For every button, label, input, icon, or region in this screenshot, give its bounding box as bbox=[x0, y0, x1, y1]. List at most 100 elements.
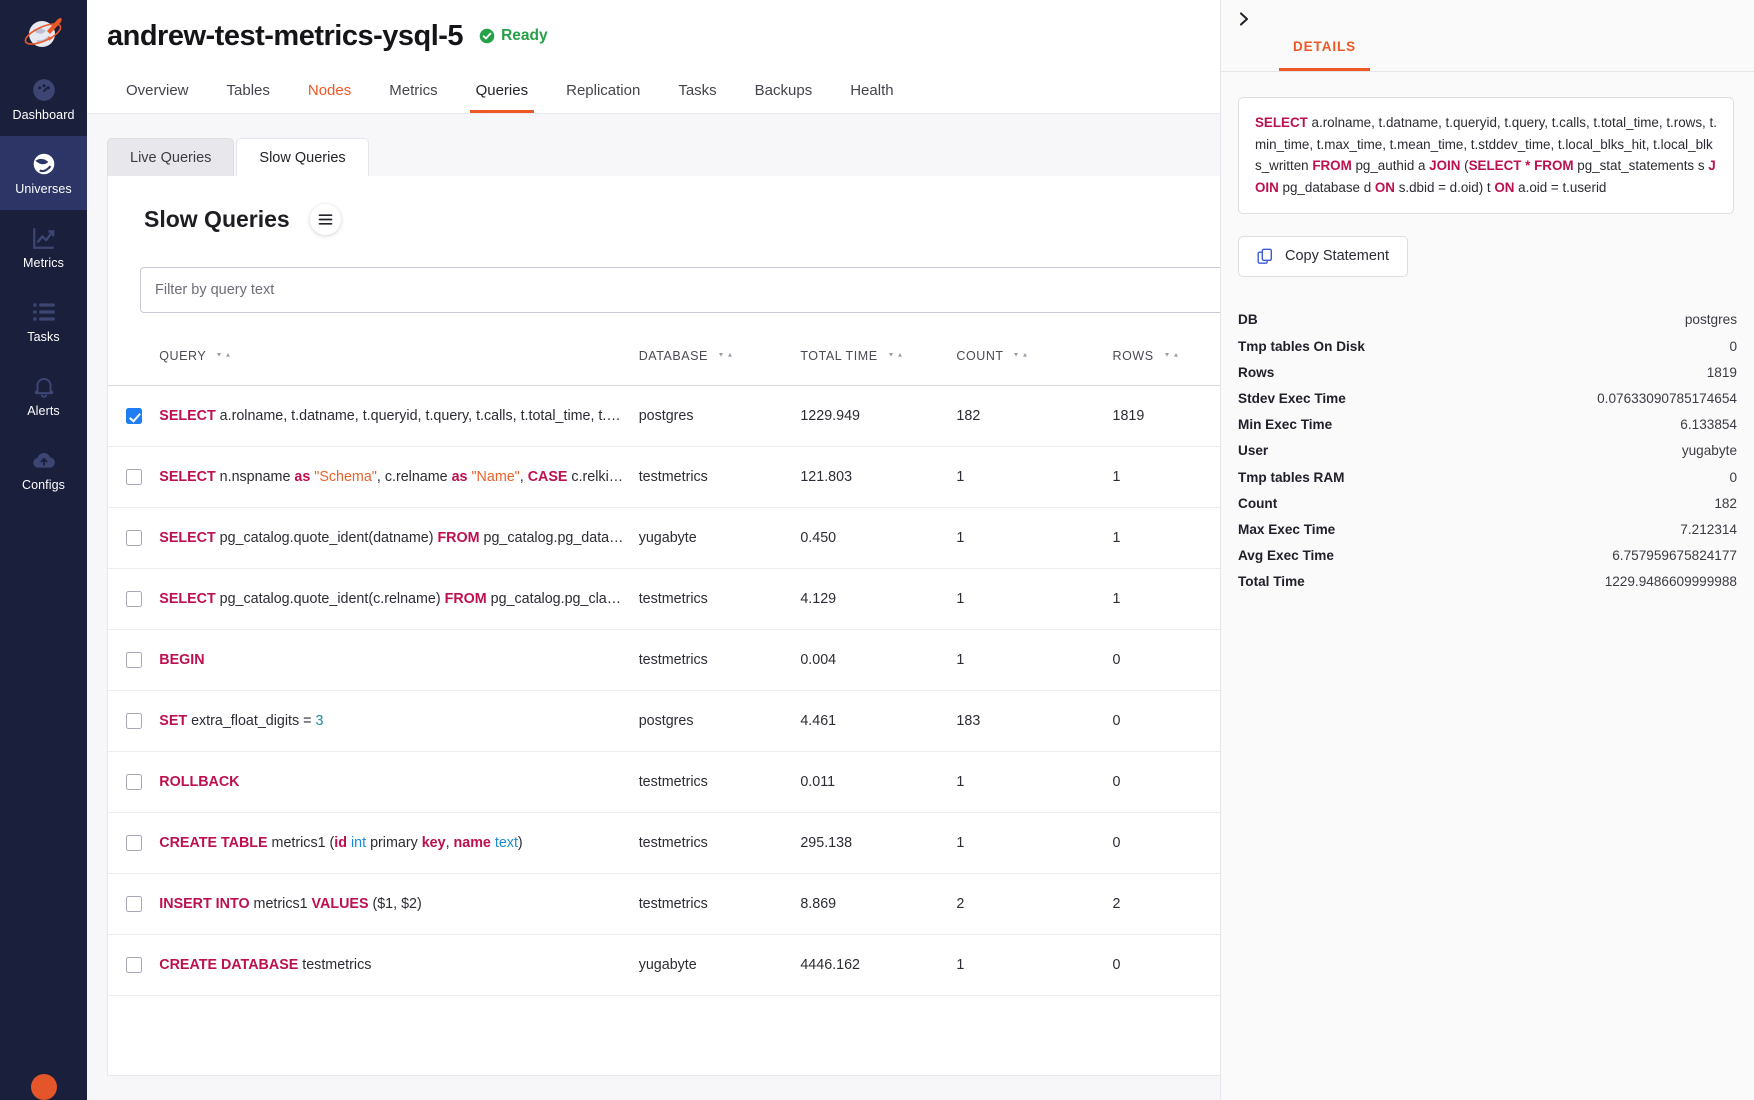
sql-token: FROM bbox=[1312, 158, 1351, 173]
row-checkbox[interactable] bbox=[126, 469, 142, 485]
metric-value: 6.133854 bbox=[1680, 417, 1737, 432]
th-label: COUNT bbox=[956, 349, 1003, 363]
th-database[interactable]: DATABASE bbox=[639, 337, 801, 386]
sql-token: pg_authid a bbox=[1352, 158, 1429, 173]
sort-arrows-icon[interactable] bbox=[718, 348, 735, 362]
cell-database: yugabyte bbox=[639, 935, 801, 996]
table-row[interactable]: SELECT a.rolname, t.datname, t.queryid, … bbox=[108, 386, 1408, 447]
table-row[interactable]: INSERT INTO metrics1 VALUES ($1, $2)test… bbox=[108, 874, 1408, 935]
bell-icon bbox=[31, 373, 57, 399]
tab-nodes[interactable]: Nodes bbox=[289, 83, 370, 113]
sidebar-item-universes[interactable]: Universes bbox=[0, 136, 87, 210]
row-checkbox[interactable] bbox=[126, 957, 142, 973]
row-checkbox[interactable] bbox=[126, 896, 142, 912]
tab-backups[interactable]: Backups bbox=[736, 83, 832, 113]
row-select-cell[interactable] bbox=[108, 386, 159, 447]
tab-tasks[interactable]: Tasks bbox=[659, 83, 735, 113]
table-row[interactable]: SELECT pg_catalog.quote_ident(c.relname)… bbox=[108, 569, 1408, 630]
cell-count: 2 bbox=[956, 874, 1112, 935]
collapse-details-button[interactable] bbox=[1231, 6, 1257, 32]
sql-token: as bbox=[294, 469, 310, 485]
row-select-cell[interactable] bbox=[108, 630, 159, 691]
cell-query[interactable]: SELECT n.nspname as "Schema", c.relname … bbox=[159, 447, 638, 508]
tab-queries[interactable]: Queries bbox=[457, 83, 548, 113]
row-select-cell[interactable] bbox=[108, 752, 159, 813]
sort-arrows-icon[interactable] bbox=[216, 348, 233, 362]
cell-database: postgres bbox=[639, 386, 801, 447]
status-badge: Ready bbox=[479, 27, 548, 45]
cloud-upload-icon bbox=[31, 447, 57, 473]
row-select-cell[interactable] bbox=[108, 447, 159, 508]
table-row[interactable]: SELECT n.nspname as "Schema", c.relname … bbox=[108, 447, 1408, 508]
subtab-live-queries[interactable]: Live Queries bbox=[107, 138, 234, 176]
sidebar-item-tasks[interactable]: Tasks bbox=[0, 284, 87, 358]
row-checkbox[interactable] bbox=[126, 591, 142, 607]
sql-token: SELECT bbox=[159, 408, 215, 424]
table-row[interactable]: SELECT pg_catalog.quote_ident(datname) F… bbox=[108, 508, 1408, 569]
metric-row: Rows1819 bbox=[1238, 359, 1737, 385]
sql-token: pg_catalog.quote_ident(c.relname) bbox=[216, 591, 445, 607]
app-logo[interactable] bbox=[0, 0, 87, 62]
table-row[interactable]: CREATE TABLE metrics1 (id int primary ke… bbox=[108, 813, 1408, 874]
hamburger-menu-button[interactable] bbox=[310, 204, 341, 235]
th-total-time[interactable]: TOTAL TIME bbox=[800, 337, 956, 386]
cell-query[interactable]: INSERT INTO metrics1 VALUES ($1, $2) bbox=[159, 874, 638, 935]
th-query[interactable]: QUERY bbox=[159, 337, 638, 386]
tab-health[interactable]: Health bbox=[831, 83, 912, 113]
metric-value: 182 bbox=[1714, 496, 1737, 511]
row-select-cell[interactable] bbox=[108, 874, 159, 935]
cell-query[interactable]: SET extra_float_digits = 3 bbox=[159, 691, 638, 752]
metric-row: DBpostgres bbox=[1238, 307, 1737, 333]
cell-query[interactable]: SELECT pg_catalog.quote_ident(c.relname)… bbox=[159, 569, 638, 630]
tab-metrics[interactable]: Metrics bbox=[370, 83, 456, 113]
sql-token: a.rolname, t.datname, t.queryid, t.query… bbox=[216, 408, 639, 424]
sidebar-item-metrics[interactable]: Metrics bbox=[0, 210, 87, 284]
cell-query[interactable]: SELECT pg_catalog.quote_ident(datname) F… bbox=[159, 508, 638, 569]
tab-tables[interactable]: Tables bbox=[208, 83, 289, 113]
th-label: TOTAL TIME bbox=[800, 349, 877, 363]
cell-query[interactable]: ROLLBACK bbox=[159, 752, 638, 813]
cell-query[interactable]: BEGIN bbox=[159, 630, 638, 691]
tab-details[interactable]: DETAILS bbox=[1279, 39, 1370, 71]
table-row[interactable]: BEGINtestmetrics0.004100. bbox=[108, 630, 1408, 691]
sidebar-item-label: Universes bbox=[15, 182, 71, 196]
row-checkbox[interactable] bbox=[126, 835, 142, 851]
sort-arrows-icon[interactable] bbox=[1013, 348, 1030, 362]
row-select-cell[interactable] bbox=[108, 813, 159, 874]
row-checkbox[interactable] bbox=[126, 652, 142, 668]
sidebar-item-configs[interactable]: Configs bbox=[0, 432, 87, 506]
table-row[interactable]: ROLLBACKtestmetrics0.011100. bbox=[108, 752, 1408, 813]
row-select-cell[interactable] bbox=[108, 508, 159, 569]
sql-token: a.oid = t.userid bbox=[1514, 180, 1606, 195]
help-icon[interactable] bbox=[31, 1074, 57, 1100]
sql-token: id bbox=[334, 835, 347, 851]
th-label: ROWS bbox=[1113, 349, 1154, 363]
metric-key: User bbox=[1238, 443, 1268, 458]
row-checkbox[interactable] bbox=[126, 530, 142, 546]
table-row[interactable]: CREATE DATABASE testmetricsyugabyte4446.… bbox=[108, 935, 1408, 996]
cell-query[interactable]: CREATE DATABASE testmetrics bbox=[159, 935, 638, 996]
cell-query[interactable]: SELECT a.rolname, t.datname, t.queryid, … bbox=[159, 386, 638, 447]
sidebar-item-alerts[interactable]: Alerts bbox=[0, 358, 87, 432]
metric-key: Count bbox=[1238, 496, 1277, 511]
page-title: andrew-test-metrics-ysql-5 bbox=[107, 20, 463, 53]
tab-replication[interactable]: Replication bbox=[547, 83, 659, 113]
row-checkbox[interactable] bbox=[126, 774, 142, 790]
sql-token: , bbox=[446, 835, 454, 851]
sidebar-item-dashboard[interactable]: Dashboard bbox=[0, 62, 87, 136]
sort-arrows-icon[interactable] bbox=[1164, 348, 1181, 362]
row-select-cell[interactable] bbox=[108, 691, 159, 752]
th-count[interactable]: COUNT bbox=[956, 337, 1112, 386]
copy-statement-button[interactable]: Copy Statement bbox=[1238, 236, 1408, 277]
sql-token: SELECT bbox=[159, 469, 215, 485]
row-checkbox-checked[interactable] bbox=[126, 408, 142, 424]
tab-overview[interactable]: Overview bbox=[107, 83, 208, 113]
copy-statement-label: Copy Statement bbox=[1285, 248, 1389, 264]
cell-query[interactable]: CREATE TABLE metrics1 (id int primary ke… bbox=[159, 813, 638, 874]
subtab-slow-queries[interactable]: Slow Queries bbox=[236, 138, 368, 176]
table-row[interactable]: SET extra_float_digits = 3postgres4.4611… bbox=[108, 691, 1408, 752]
sort-arrows-icon[interactable] bbox=[888, 348, 905, 362]
row-select-cell[interactable] bbox=[108, 569, 159, 630]
row-select-cell[interactable] bbox=[108, 935, 159, 996]
row-checkbox[interactable] bbox=[126, 713, 142, 729]
